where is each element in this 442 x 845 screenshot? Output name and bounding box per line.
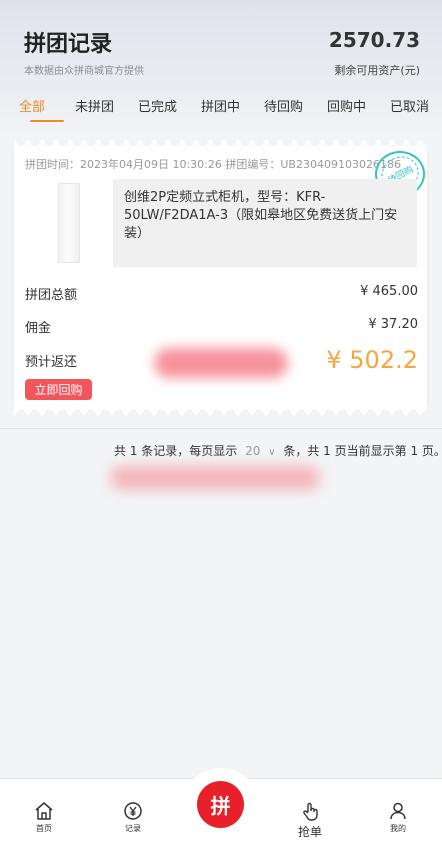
tabbar-item-grab[interactable]: 抢单 [290, 801, 330, 840]
tabbar-label-mine: 我的 [390, 824, 406, 833]
tap-icon [303, 802, 318, 821]
rebate-label: 预计返还 [25, 355, 78, 370]
divider [0, 428, 442, 429]
total-amount-label: 拼团总额 [25, 288, 78, 303]
card-bottom-edge [14, 405, 427, 415]
header: 拼团记录 本数据由众拼商城官方提供 2570.73 剩余可用资产(元) [0, 0, 442, 88]
product-image [25, 179, 113, 267]
pagination: 共 1 条记录，每页显示 20 ∨ 条，共 1 页当前显示第 1 页。 [114, 442, 442, 459]
buyback-button[interactable]: 立即回购 [25, 379, 92, 400]
order-card: 拼团时间：2023年04月09日 10:30:26 拼团编号：UB2304091… [14, 146, 427, 408]
home-icon [35, 802, 53, 820]
blurred-redaction [154, 348, 288, 378]
page-subtitle: 本数据由众拼商城官方提供 [24, 66, 144, 77]
group-buy-icon[interactable]: 拼 [197, 781, 244, 828]
tabbar-label-grab: 抢单 [297, 825, 322, 839]
tabbar-label-record: 记录 [125, 824, 141, 833]
page-title: 拼团记录 [24, 32, 113, 57]
pagination-suffix: 条，共 1 页当前显示第 1 页。 [283, 444, 442, 458]
active-tab-indicator [30, 120, 64, 122]
total-amount-value: ¥ 465.00 [360, 284, 418, 299]
tab-not-grouped[interactable]: 未拼团 [75, 96, 114, 115]
tabbar-item-record[interactable]: 记录 [113, 801, 153, 834]
tab-grouping[interactable]: 拼团中 [201, 96, 240, 115]
tabbar-label-home: 首页 [36, 824, 52, 833]
order-meta: 拼团时间：2023年04月09日 10:30:26 拼团编号：UB2304091… [25, 158, 401, 171]
tab-cancelled[interactable]: 已取消 [390, 96, 429, 115]
pagination-prefix: 共 1 条记录，每页显示 [114, 444, 238, 458]
status-tabs: 全部 未拼团 已完成 拼团中 待回购 回购中 已取消 [0, 92, 442, 124]
product-name: 创维2P定频立式柜机，型号：KFR-50LW/F2DA1A-3（限如皋地区免费送… [124, 190, 398, 241]
tab-pending-buyback[interactable]: 待回购 [264, 96, 303, 115]
air-conditioner-image [58, 183, 80, 263]
rebate-value: ¥ 502.2 [326, 346, 418, 374]
tab-completed[interactable]: 已完成 [138, 96, 177, 115]
tabbar-item-mine[interactable]: 我的 [378, 801, 418, 834]
balance-value: 2570.73 [328, 28, 420, 52]
record-icon [124, 802, 142, 820]
tabbar-item-home[interactable]: 首页 [24, 801, 64, 834]
commission-label: 佣金 [25, 321, 52, 336]
product-info[interactable]: 创维2P定频立式柜机，型号：KFR-50LW/F2DA1A-3（限如皋地区免费送… [25, 179, 417, 267]
tab-buyback-in-progress[interactable]: 回购中 [327, 96, 366, 115]
blurred-redaction-2 [110, 466, 320, 490]
commission-value: ¥ 37.20 [368, 317, 418, 332]
user-icon [390, 802, 406, 820]
tab-all[interactable]: 全部 [19, 96, 45, 115]
balance-label: 剩余可用资产(元) [334, 64, 420, 77]
chevron-down-icon[interactable]: ∨ [268, 447, 275, 458]
page-size-select[interactable]: 20 [245, 444, 260, 458]
